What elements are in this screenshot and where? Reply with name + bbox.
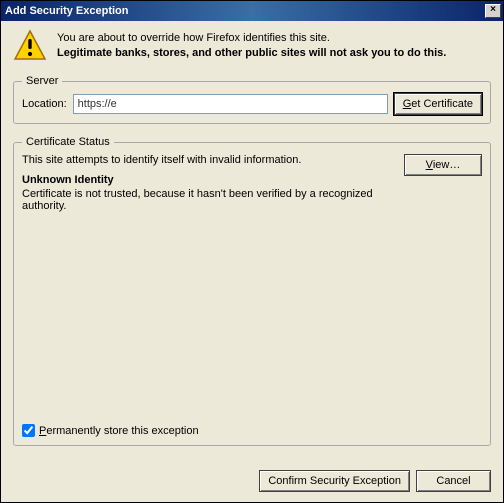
permanent-store-checkbox[interactable] xyxy=(22,424,35,437)
dialog-footer: Confirm Security Exception Cancel xyxy=(1,464,503,502)
cancel-button[interactable]: Cancel xyxy=(416,470,491,492)
location-input[interactable] xyxy=(73,94,388,114)
get-certificate-button[interactable]: Get Certificate xyxy=(394,93,482,115)
dialog-content: You are about to override how Firefox id… xyxy=(1,21,503,464)
window-title: Add Security Exception xyxy=(5,5,128,17)
warning-row: You are about to override how Firefox id… xyxy=(13,29,491,63)
unknown-identity-heading: Unknown Identity xyxy=(22,174,396,186)
certificate-status-legend: Certificate Status xyxy=(22,136,114,148)
server-legend: Server xyxy=(22,75,62,87)
warning-text: You are about to override how Firefox id… xyxy=(57,29,491,62)
close-button[interactable]: × xyxy=(485,4,501,18)
cert-status-line: This site attempts to identify itself wi… xyxy=(22,154,396,166)
unknown-identity-reason: Certificate is not trusted, because it h… xyxy=(22,188,396,212)
warning-line1: You are about to override how Firefox id… xyxy=(57,31,491,46)
warning-icon xyxy=(13,29,47,63)
server-fieldset: Server Location: Get Certificate xyxy=(13,75,491,124)
confirm-security-exception-button[interactable]: Confirm Security Exception xyxy=(259,470,410,492)
permanent-store-row: Permanently store this exception xyxy=(22,424,482,437)
close-icon: × xyxy=(490,4,496,15)
certificate-status-fieldset: Certificate Status This site attempts to… xyxy=(13,136,491,446)
warning-line2: Legitimate banks, stores, and other publ… xyxy=(57,46,491,61)
dialog-window: Add Security Exception × You are about t… xyxy=(0,0,504,503)
titlebar[interactable]: Add Security Exception × xyxy=(1,1,503,21)
location-label: Location: xyxy=(22,98,67,110)
permanent-store-label[interactable]: Permanently store this exception xyxy=(39,425,199,437)
view-certificate-button[interactable]: View… xyxy=(404,154,482,176)
